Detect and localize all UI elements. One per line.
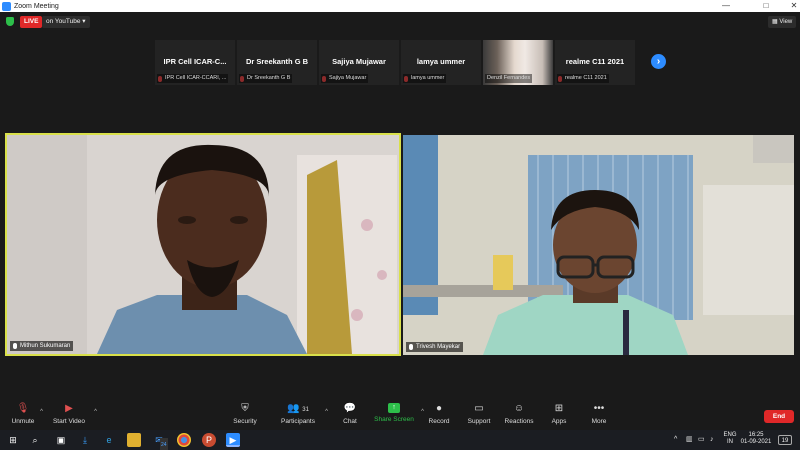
notification-count: 19 bbox=[781, 438, 789, 444]
end-meeting-button[interactable]: End bbox=[764, 410, 794, 423]
network-icon[interactable]: ▥ bbox=[686, 436, 693, 443]
participant-tile[interactable]: IPR Cell ICAR-C... IPR Cell ICAR-CCARI, … bbox=[155, 40, 235, 85]
next-page-button[interactable]: › bbox=[651, 54, 666, 69]
start-video-label: Start Video bbox=[52, 418, 86, 425]
language-indicator[interactable]: ENG IN bbox=[722, 432, 738, 446]
mail-badge: 24 bbox=[160, 438, 168, 450]
share-screen-icon: ↑ bbox=[388, 403, 400, 413]
record-label: Record bbox=[428, 418, 450, 425]
video-name-text: Trivesh Mayekar bbox=[416, 344, 461, 350]
video-name-label: Trivesh Mayekar bbox=[406, 342, 464, 352]
participant-label: IPR Cell ICAR-CCARI, ... bbox=[157, 74, 229, 83]
zoom-taskbar-icon[interactable]: ▶ bbox=[226, 433, 240, 447]
windows-start-icon[interactable]: ⊞ bbox=[6, 433, 20, 447]
participants-count: 31 bbox=[302, 407, 309, 413]
participant-video-tile[interactable]: Denzil Fernandes bbox=[483, 40, 553, 85]
participant-strip: IPR Cell ICAR-C... IPR Cell ICAR-CCARI, … bbox=[155, 40, 635, 85]
live-stream-menu[interactable]: on YouTube ▾ bbox=[42, 16, 90, 28]
unmute-label: Unmute bbox=[11, 418, 35, 425]
participant-name: Dr Sreekanth G B bbox=[245, 57, 309, 66]
clock[interactable]: 16:25 01-09-2021 bbox=[740, 432, 772, 446]
close-button[interactable]: ✕ bbox=[780, 0, 800, 12]
chevron-up-icon[interactable]: ^ bbox=[94, 409, 97, 415]
edge-browser-icon[interactable]: e bbox=[102, 433, 116, 447]
apps-label: Apps bbox=[551, 418, 567, 425]
share-screen-label: Share Screen bbox=[374, 416, 414, 423]
language-code: ENG bbox=[723, 432, 737, 438]
mic-icon bbox=[13, 343, 17, 349]
live-badge: LIVE bbox=[20, 16, 43, 28]
mail-icon[interactable]: ✉ 24 bbox=[152, 433, 168, 450]
participant-tile[interactable]: Sajiya Mujawar Sajiya Mujawar bbox=[319, 40, 399, 85]
title-bar: Zoom Meeting — □ ✕ bbox=[0, 0, 800, 12]
security-button[interactable]: ⛨ Security bbox=[217, 403, 273, 425]
video-name-label: Mithun Sukumaran bbox=[10, 341, 74, 351]
speaker-video-frame bbox=[7, 135, 399, 354]
participant-tile[interactable]: Dr Sreekanth G B Dr Sreekanth G B bbox=[237, 40, 317, 85]
window-title: Zoom Meeting bbox=[14, 2, 59, 10]
active-speaker-video[interactable]: Mithun Sukumaran bbox=[5, 133, 401, 356]
battery-icon[interactable]: ▭ bbox=[698, 436, 705, 443]
minimize-button[interactable]: — bbox=[712, 0, 740, 12]
volume-icon[interactable]: ♪ bbox=[710, 436, 714, 443]
participant-label: Sajiya Mujawar bbox=[321, 74, 369, 83]
participant-video[interactable]: Trivesh Mayekar bbox=[403, 135, 794, 355]
participants-label: Participants bbox=[281, 418, 315, 425]
maximize-button[interactable]: □ bbox=[752, 0, 780, 12]
reactions-label: Reactions bbox=[504, 418, 534, 425]
participants-button[interactable]: 👥 31 ^ Participants bbox=[270, 403, 328, 425]
clock-date: 01-09-2021 bbox=[740, 439, 772, 445]
mic-icon bbox=[409, 344, 413, 350]
participant-label: Denzil Fernandes bbox=[485, 74, 533, 83]
video-off-icon: ▶ bbox=[65, 403, 73, 414]
security-label: Security bbox=[233, 418, 257, 425]
zoom-app-icon bbox=[2, 1, 11, 11]
video-name-text: Mithun Sukumaran bbox=[20, 343, 71, 349]
task-view-icon[interactable]: ▣ bbox=[54, 433, 68, 447]
participant-video-frame bbox=[403, 135, 794, 355]
support-label: Support bbox=[467, 418, 491, 425]
file-explorer-icon[interactable] bbox=[127, 433, 141, 447]
participant-name: realme C11 2021 bbox=[565, 57, 625, 66]
start-video-button[interactable]: ▶ ^ Start Video bbox=[41, 403, 97, 425]
view-button[interactable]: ▦ View bbox=[768, 16, 797, 28]
participant-label: realme C11 2021 bbox=[557, 74, 609, 83]
chrome-browser-icon[interactable] bbox=[177, 433, 191, 447]
search-icon[interactable]: ⌕ bbox=[28, 433, 42, 447]
participant-tile[interactable]: realme C11 2021 realme C11 2021 bbox=[555, 40, 635, 85]
participant-label: Dr Sreekanth G B bbox=[239, 74, 293, 83]
more-label: More bbox=[591, 418, 607, 425]
participant-name: Sajiya Mujawar bbox=[332, 57, 386, 66]
tray-overflow-icon[interactable]: ^ bbox=[674, 436, 677, 443]
os-taskbar: ⊞ ⌕ ▣ ⤓ e ✉ 24 P ▶ ^ ▥ ▭ ♪ ENG IN 16:25 0… bbox=[0, 430, 800, 450]
participant-tile[interactable]: lamya ummer lamya ummer bbox=[401, 40, 481, 85]
download-app-icon[interactable]: ⤓ bbox=[78, 433, 92, 447]
meeting-toolbar: 🎙 ^ Unmute ▶ ^ Start Video ⛨ Security 👥 … bbox=[0, 400, 800, 430]
powerpoint-icon[interactable]: P bbox=[202, 433, 216, 447]
clock-time: 16:25 bbox=[748, 432, 764, 438]
more-icon: ••• bbox=[593, 403, 605, 414]
notifications-icon[interactable]: 19 bbox=[778, 435, 792, 445]
participant-label: lamya ummer bbox=[403, 74, 447, 83]
participant-name: IPR Cell ICAR-C... bbox=[163, 57, 227, 66]
shield-icon: ⛨ bbox=[241, 403, 249, 414]
chat-label: Chat bbox=[343, 418, 357, 425]
participant-name: lamya ummer bbox=[416, 57, 466, 66]
more-button[interactable]: ••• More bbox=[571, 403, 627, 425]
participants-icon: 👥 31 bbox=[287, 403, 309, 414]
region-code: IN bbox=[727, 439, 733, 445]
encryption-shield-icon[interactable] bbox=[6, 17, 14, 26]
